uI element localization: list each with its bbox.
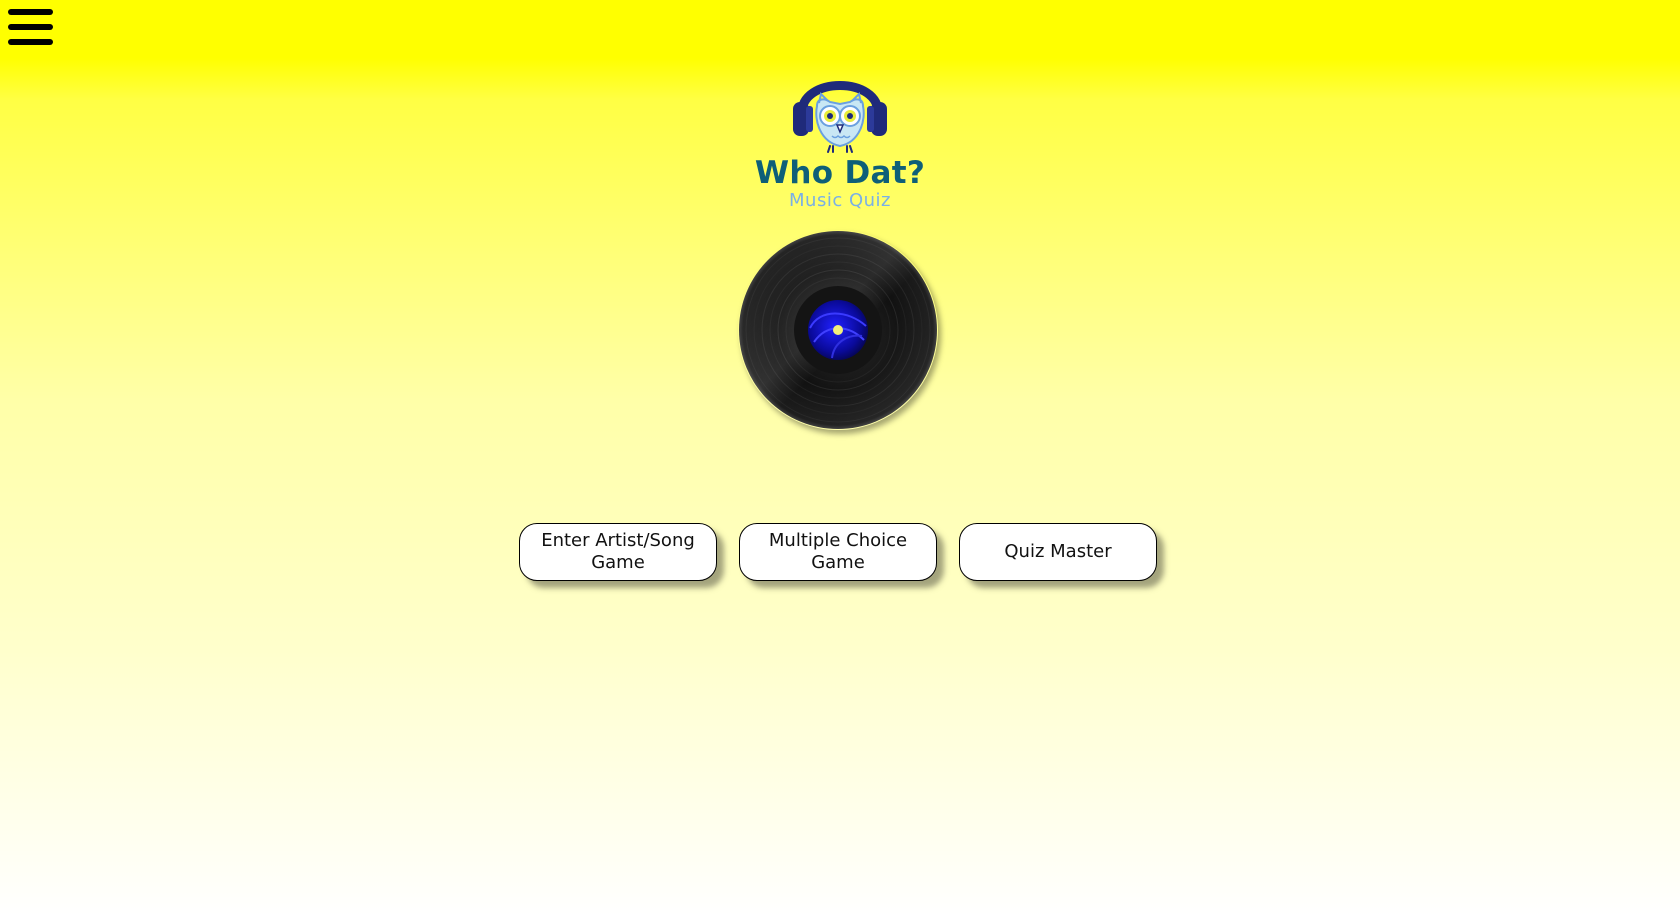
menu-line xyxy=(8,39,53,45)
multiple-choice-game-button[interactable]: Multiple Choice Game xyxy=(739,523,937,581)
app-subtitle: Music Quiz xyxy=(789,190,891,211)
owl-headphones-icon xyxy=(793,81,887,153)
vinyl-record-icon xyxy=(739,231,937,429)
game-mode-buttons: Enter Artist/Song Game Multiple Choice G… xyxy=(519,523,1159,585)
quiz-master-button[interactable]: Quiz Master xyxy=(959,523,1157,581)
app-title: Who Dat? xyxy=(754,155,926,191)
enter-artist-song-game-button[interactable]: Enter Artist/Song Game xyxy=(519,523,717,581)
app-logo: Who Dat? Music Quiz xyxy=(740,56,940,216)
menu-line xyxy=(8,24,53,30)
menu-line xyxy=(8,9,53,15)
hamburger-menu-icon[interactable] xyxy=(8,6,54,50)
top-bar xyxy=(0,0,1680,58)
